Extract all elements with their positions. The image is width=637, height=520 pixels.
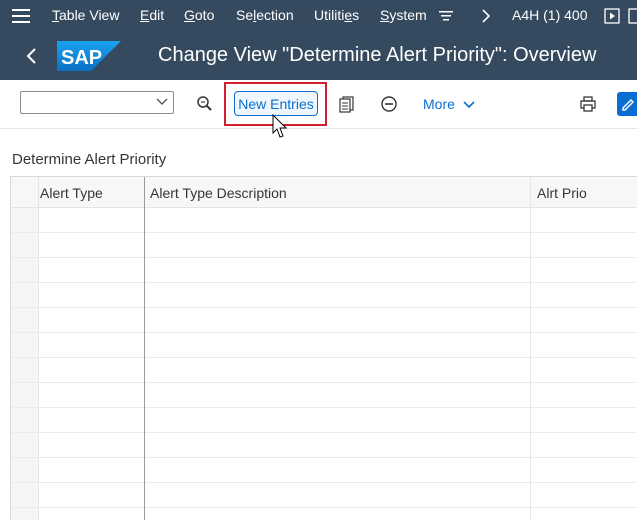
system-info: A4H (1) 400 (512, 7, 588, 23)
page-title: Change View "Determine Alert Priority": … (158, 44, 597, 66)
mouse-cursor-icon (272, 113, 288, 140)
table-row[interactable] (11, 458, 637, 483)
column-header-priority[interactable]: Alrt Prio (537, 185, 587, 201)
play-icon[interactable] (603, 0, 621, 32)
minus-circle-icon[interactable] (377, 92, 401, 116)
column-header-description[interactable]: Alert Type Description (150, 185, 287, 201)
table-row[interactable] (11, 333, 637, 358)
menu-selection[interactable]: Selection (236, 7, 294, 23)
table-row[interactable] (11, 508, 637, 520)
chevron-down-icon (463, 97, 475, 113)
sap-logo: SAP (57, 41, 121, 71)
more-label: More (423, 96, 455, 112)
chevron-right-icon[interactable] (479, 0, 493, 32)
table-row[interactable] (11, 483, 637, 508)
toolbar (0, 80, 637, 129)
shell-bar: SAP Change View "Determine Alert Priorit… (0, 32, 637, 80)
data-table: Alert Type Alert Type Description Alrt P… (10, 176, 637, 520)
back-chevron-icon[interactable] (24, 46, 40, 66)
table-row[interactable] (11, 208, 637, 233)
window-close-icon[interactable] (628, 0, 637, 32)
search-zoom-icon[interactable] (193, 92, 217, 116)
table-row[interactable] (11, 283, 637, 308)
menu-utilities[interactable]: Utilities (314, 7, 359, 23)
command-field[interactable] (20, 91, 174, 114)
table-header: Alert Type Alert Type Description Alrt P… (11, 177, 637, 208)
column-header-alert-type[interactable]: Alert Type (40, 185, 103, 201)
menu-goto[interactable]: Goto (184, 7, 214, 23)
menu-system[interactable]: System (380, 7, 427, 23)
sap-logo-text: SAP (61, 47, 102, 69)
table-row[interactable] (11, 308, 637, 333)
new-entries-button[interactable]: New Entries (234, 91, 318, 116)
edit-icon (621, 96, 635, 117)
table-row[interactable] (11, 258, 637, 283)
table-row[interactable] (11, 408, 637, 433)
edit-button[interactable] (617, 92, 637, 116)
copy-entries-icon[interactable] (335, 92, 359, 116)
column-divider (38, 177, 39, 520)
column-divider (144, 177, 145, 520)
menu-bar: Table View Edit Goto Selection Utilities… (0, 0, 637, 32)
more-menu[interactable]: More (423, 96, 475, 113)
chevron-down-icon[interactable] (155, 94, 169, 115)
menu-edit[interactable]: Edit (140, 7, 164, 23)
table-row[interactable] (11, 233, 637, 258)
table-row[interactable] (11, 358, 637, 383)
filter-lines-icon[interactable] (437, 0, 455, 32)
hamburger-icon[interactable] (8, 0, 34, 32)
table-row[interactable] (11, 433, 637, 458)
column-divider (530, 177, 531, 520)
menu-table-view[interactable]: Table View (52, 7, 119, 23)
printer-icon[interactable] (576, 92, 600, 116)
section-title: Determine Alert Priority (12, 151, 167, 168)
table-row[interactable] (11, 383, 637, 408)
